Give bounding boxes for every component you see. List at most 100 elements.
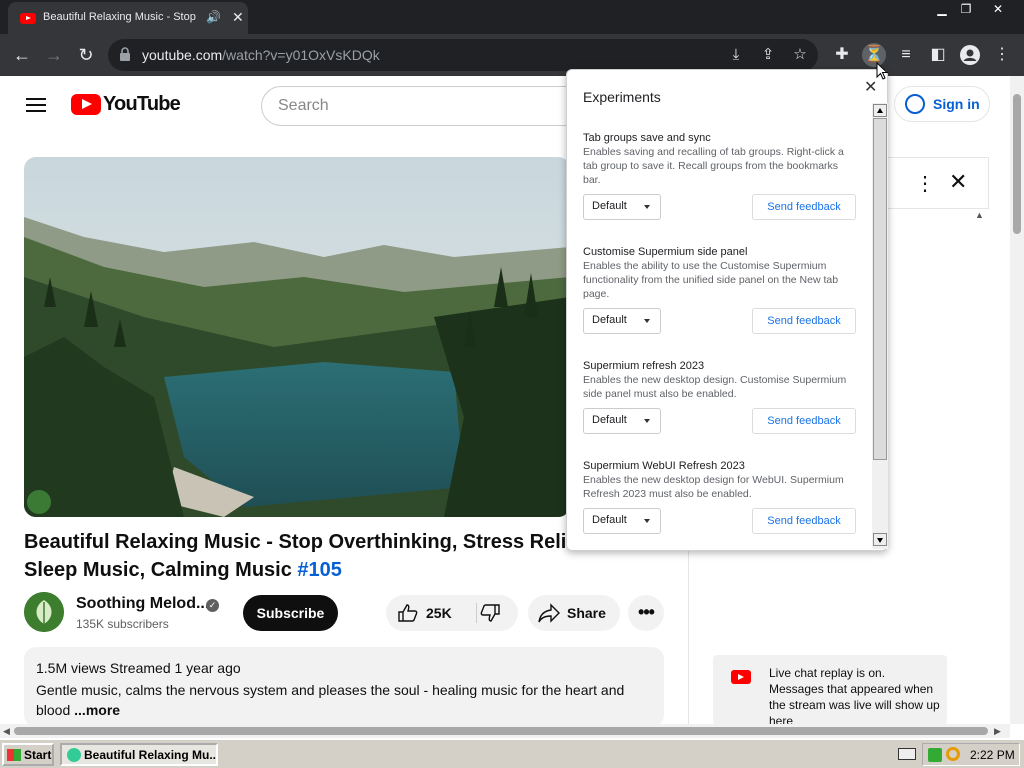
browser-menu-icon[interactable]: ⋮: [990, 43, 1014, 67]
share-button[interactable]: Share: [528, 595, 620, 631]
flag-state-select[interactable]: Default: [583, 508, 661, 534]
thumbs-down-icon[interactable]: [480, 604, 500, 622]
youtube-logo-icon[interactable]: [71, 94, 101, 115]
browser-title-bar: Beautiful Relaxing Music - Stop 🔊 ✕ ▁ ❐ …: [0, 0, 1024, 34]
page-vertical-scrollbar[interactable]: [1010, 76, 1024, 724]
flag-item: Supermium refresh 2023 Enables the new d…: [583, 360, 857, 434]
send-feedback-button[interactable]: Send feedback: [752, 194, 856, 220]
send-feedback-button[interactable]: Send feedback: [752, 308, 856, 334]
network-icon[interactable]: [928, 748, 942, 762]
video-title-line1: Beautiful Relaxing Music - Stop Overthin…: [24, 531, 607, 553]
account-icon: [905, 94, 925, 114]
video-frame-landscape: [24, 157, 570, 517]
experiments-close-icon[interactable]: ✕: [864, 77, 877, 97]
windows-logo-icon: [7, 749, 21, 761]
scroll-down-arrow-icon[interactable]: [873, 533, 887, 546]
chat-close-icon[interactable]: ✕: [949, 169, 967, 195]
window-close-icon[interactable]: ✕: [984, 2, 1012, 18]
lock-icon: [120, 47, 130, 61]
dropdown-arrow-icon: [644, 319, 650, 323]
send-feedback-button[interactable]: Send feedback: [752, 408, 856, 434]
flag-state-select[interactable]: Default: [583, 308, 661, 334]
scroll-left-icon[interactable]: ◀: [3, 726, 10, 737]
flag-item: Customise Supermium side panel Enables t…: [583, 246, 857, 334]
install-app-icon[interactable]: ⤓: [726, 45, 746, 65]
subscribe-button[interactable]: Subscribe: [243, 595, 338, 631]
tab-close-icon[interactable]: ✕: [232, 9, 244, 26]
sign-in-button[interactable]: Sign in: [894, 86, 990, 122]
experiments-popup: Experiments ✕ Tab groups save and sync E…: [566, 69, 888, 551]
scroll-right-icon[interactable]: ▶: [994, 726, 1001, 737]
side-panel-icon[interactable]: ◧: [926, 43, 950, 67]
experiments-scrollbar[interactable]: [872, 103, 888, 549]
flag-item: Supermium WebUI Refresh 2023 Enables the…: [583, 460, 857, 534]
flag-name: Supermium WebUI Refresh 2023: [583, 460, 745, 472]
thumbs-up-icon[interactable]: [398, 604, 418, 622]
keyboard-icon[interactable]: [898, 748, 916, 760]
flag-description: Enables saving and recalling of tab grou…: [583, 146, 844, 186]
profile-avatar-icon[interactable]: [958, 43, 982, 67]
channel-name[interactable]: Soothing Melod...: [76, 595, 209, 613]
experiments-scroll-thumb[interactable]: [873, 118, 887, 460]
hamburger-menu-icon[interactable]: [26, 98, 46, 112]
flag-description: Enables the new desktop design for WebUI…: [583, 474, 844, 500]
taskbar-window-label: Beautiful Relaxing Mu...: [84, 748, 216, 762]
chat-options-icon[interactable]: ⋮: [915, 171, 935, 196]
share-arrow-icon: [538, 603, 560, 623]
flag-name: Supermium refresh 2023: [583, 360, 705, 372]
dropdown-arrow-icon: [644, 419, 650, 423]
browser-app-icon: [67, 748, 81, 762]
more-actions-button[interactable]: •••: [628, 595, 664, 631]
search-tray-icon[interactable]: [946, 747, 960, 761]
share-page-icon[interactable]: ⇪: [758, 45, 778, 65]
channel-avatar[interactable]: [24, 592, 64, 632]
flag-description: Enables the new desktop design. Customis…: [583, 374, 847, 400]
clock[interactable]: 2:22 PM: [970, 748, 1015, 762]
send-feedback-button[interactable]: Send feedback: [752, 508, 856, 534]
verified-check-icon: ✓: [206, 599, 219, 612]
restore-icon[interactable]: ❐: [952, 2, 980, 18]
search-placeholder: Search: [278, 97, 329, 114]
media-controls-icon[interactable]: ≡: [894, 43, 918, 67]
flag-state-select[interactable]: Default: [583, 194, 661, 220]
start-label: Start: [24, 748, 52, 762]
video-description[interactable]: 1.5M views Streamed 1 year ago Gentle mu…: [24, 647, 664, 727]
extensions-puzzle-icon[interactable]: ✚: [830, 43, 854, 67]
like-count[interactable]: 25K: [426, 605, 452, 621]
experiments-title: Experiments: [583, 89, 661, 105]
flag-name: Tab groups save and sync: [583, 132, 711, 144]
flag-state-select[interactable]: Default: [583, 408, 661, 434]
search-input[interactable]: Search: [261, 86, 581, 126]
flag-description: Enables the ability to use the Customise…: [583, 260, 839, 300]
page-horizontal-scrollbar[interactable]: ◀ ▶: [0, 724, 1010, 738]
browser-tab[interactable]: Beautiful Relaxing Music - Stop 🔊 ✕: [8, 2, 248, 34]
show-more-link[interactable]: ...more: [74, 702, 120, 718]
audio-playing-icon[interactable]: 🔊: [206, 10, 221, 24]
mouse-cursor-icon: [876, 62, 888, 80]
video-player[interactable]: [24, 157, 570, 517]
dropdown-arrow-icon: [644, 519, 650, 523]
chat-scroll-up-icon[interactable]: ▲: [975, 210, 984, 220]
dropdown-arrow-icon: [644, 205, 650, 209]
reload-icon[interactable]: ↻: [74, 43, 98, 67]
flag-name: Customise Supermium side panel: [583, 246, 748, 258]
forward-icon[interactable]: →: [42, 43, 66, 67]
scroll-up-arrow-icon[interactable]: [873, 104, 887, 117]
address-bar[interactable]: youtube.com/watch?v=y01OxVsKDQk ⤓ ⇪ ☆: [108, 39, 818, 71]
start-button[interactable]: Start: [2, 743, 54, 766]
windows-taskbar: Start Beautiful Relaxing Mu... 2:22 PM: [0, 738, 1024, 768]
taskbar-window-button[interactable]: Beautiful Relaxing Mu...: [60, 743, 218, 766]
horizontal-scroll-thumb[interactable]: [14, 727, 988, 735]
tab-title: Beautiful Relaxing Music - Stop: [43, 11, 196, 23]
youtube-logo-text[interactable]: YouTube: [103, 93, 181, 116]
sign-in-label: Sign in: [933, 96, 980, 112]
youtube-favicon-icon: [20, 13, 36, 24]
back-icon[interactable]: ←: [10, 43, 34, 67]
youtube-red-icon: [731, 670, 751, 684]
view-stats: 1.5M views Streamed 1 year ago: [36, 660, 241, 676]
chat-replay-text: Live chat replay is on. Messages that ap…: [769, 666, 940, 728]
share-label: Share: [567, 605, 606, 621]
vertical-scroll-thumb[interactable]: [1013, 94, 1021, 234]
bookmark-star-icon[interactable]: ☆: [790, 45, 810, 65]
hashtag-link[interactable]: #105: [297, 559, 342, 581]
